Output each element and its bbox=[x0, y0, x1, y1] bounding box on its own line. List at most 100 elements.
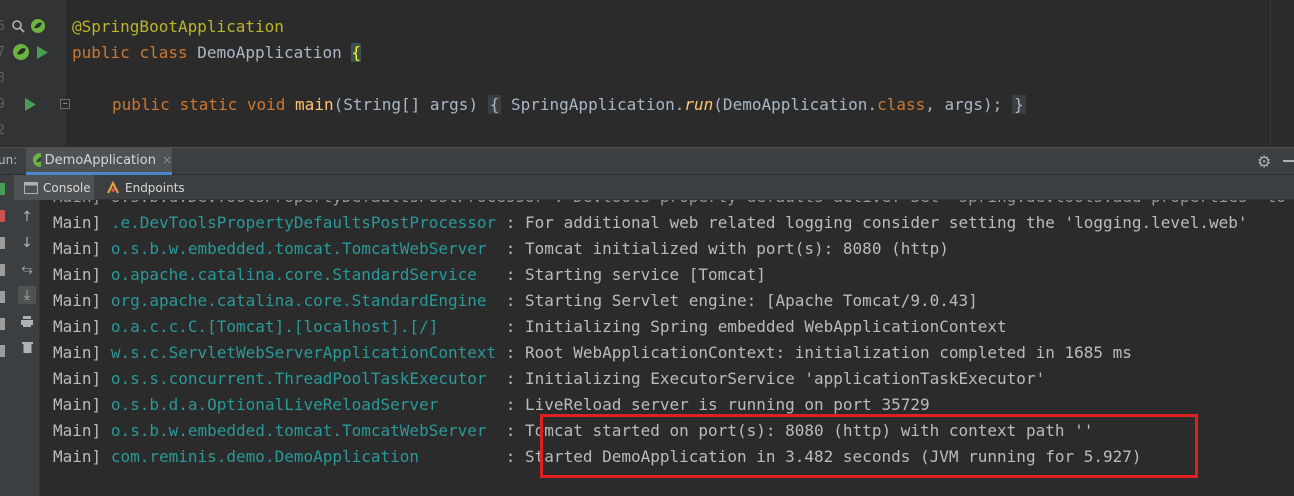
log-logger[interactable]: com.reminis.demo.DemoApplication bbox=[111, 447, 496, 466]
keyword: public bbox=[72, 43, 130, 62]
console-icon bbox=[24, 181, 38, 194]
annotation-text: @SpringBootApplication bbox=[72, 17, 284, 36]
log-line: Main] org.apache.catalina.core.StandardE… bbox=[53, 288, 978, 314]
pause-icon[interactable] bbox=[0, 264, 5, 276]
log-line: Main] o.s.b.w.embedded.tomcat.TomcatWebS… bbox=[53, 236, 949, 262]
log-message: : LiveReload server is running on port 3… bbox=[505, 395, 930, 414]
class-name: DemoApplication bbox=[197, 43, 342, 62]
log-line: Main] o.a.c.c.C.[Tomcat].[localhost].[/]… bbox=[53, 314, 1007, 340]
log-line: Main] o.apache.catalina.core.StandardSer… bbox=[53, 262, 766, 288]
log-thread: Main] bbox=[53, 421, 102, 440]
settings-icon[interactable] bbox=[0, 318, 5, 330]
soft-wrap-icon[interactable]: ⥃ bbox=[18, 260, 36, 278]
log-message: : Starting service [Tomcat] bbox=[505, 265, 766, 284]
spring-boot-icon bbox=[33, 153, 41, 167]
log-logger[interactable]: o.s.b.w.embedded.tomcat.TomcatWebServer bbox=[111, 239, 496, 258]
log-message: : For additional web related logging con… bbox=[505, 213, 1248, 232]
log-message: : Tomcat initialized with port(s): 8080 … bbox=[505, 239, 949, 258]
line-number: 2 bbox=[0, 123, 5, 138]
gutter-line-3: 8 bbox=[0, 66, 66, 92]
keyword: public bbox=[112, 95, 170, 114]
run-label: un: bbox=[0, 153, 18, 167]
log-logger[interactable]: w.s.c.ServletWebServerApplicationContext bbox=[111, 343, 496, 362]
log-logger[interactable]: .e.DevToolsPropertyDefaultsPostProcessor bbox=[111, 213, 496, 232]
log-logger[interactable]: o.apache.catalina.core.StandardService bbox=[111, 265, 496, 284]
folded-open-brace[interactable]: { bbox=[487, 95, 502, 114]
log-message: : Root WebApplicationContext: initializa… bbox=[505, 343, 1132, 362]
tab-console[interactable]: Console bbox=[14, 175, 94, 200]
log-thread: Main] bbox=[53, 239, 102, 258]
gutter-line-1: 6 bbox=[0, 14, 66, 40]
gear-icon[interactable]: ⚙ bbox=[1257, 152, 1271, 171]
print-icon[interactable] bbox=[18, 312, 36, 330]
restore-layout-icon[interactable] bbox=[0, 237, 5, 249]
log-line: Main] w.s.c.ServletWebServerApplicationC… bbox=[53, 340, 1132, 366]
line-number: 9 bbox=[0, 97, 5, 112]
search-bean-icon[interactable] bbox=[11, 19, 25, 33]
code-line-main: public static void main(String[] args) {… bbox=[112, 92, 1026, 118]
code-line-class: public class DemoApplication { bbox=[72, 40, 362, 66]
tab-demo-application[interactable]: DemoApplication × bbox=[26, 148, 172, 175]
run-icon[interactable] bbox=[36, 46, 48, 59]
gutter-line-5: 2 bbox=[0, 118, 66, 144]
log-message: : Starting Servlet engine: [Apache Tomca… bbox=[505, 291, 978, 310]
scroll-to-end-icon[interactable]: ⤓ bbox=[18, 286, 36, 304]
call-class: SpringApplication. bbox=[511, 95, 685, 114]
close-icon[interactable]: × bbox=[162, 153, 172, 167]
tab-label: Console bbox=[43, 180, 91, 195]
log-thread: Main] bbox=[53, 317, 102, 336]
call-args-end: , args); bbox=[925, 95, 1003, 114]
spring-leaf-icon[interactable] bbox=[30, 18, 46, 34]
log-thread: Main] bbox=[53, 291, 102, 310]
log-thread: Main] bbox=[53, 447, 102, 466]
fold-toggle-icon[interactable] bbox=[60, 99, 70, 109]
dump-threads-icon[interactable] bbox=[0, 291, 5, 303]
code-line-annotation: @SpringBootApplication bbox=[72, 14, 284, 40]
log-thread: Main] bbox=[53, 265, 102, 284]
keyword: void bbox=[246, 95, 286, 114]
tab-label: Endpoints bbox=[125, 180, 185, 195]
log-logger[interactable]: o.s.b.d.a.OptionalLiveReloadServer bbox=[111, 395, 496, 414]
trash-icon[interactable] bbox=[18, 338, 36, 356]
call-method: run bbox=[684, 95, 714, 114]
down-arrow-icon[interactable]: ↓ bbox=[18, 234, 36, 252]
method-name: main bbox=[295, 95, 334, 114]
console-toolbar: ↑ ↓ ⥃ ⤓ bbox=[14, 200, 40, 496]
log-logger[interactable]: o.s.s.concurrent.ThreadPoolTaskExecutor bbox=[111, 369, 496, 388]
run-subtabs: Console Endpoints bbox=[14, 175, 1294, 200]
right-margin-guide bbox=[1270, 0, 1271, 146]
endpoints-icon bbox=[107, 180, 119, 193]
log-logger[interactable]: o.a.c.c.C.[Tomcat].[localhost].[/] bbox=[111, 317, 496, 336]
log-thread: Main] bbox=[53, 369, 102, 388]
keyword: class bbox=[139, 43, 188, 62]
gutter-line-2: 7 bbox=[0, 40, 66, 66]
rerun-icon[interactable] bbox=[0, 183, 5, 195]
editor-gutter: 6 7 8 9 2 bbox=[0, 0, 66, 146]
log-line-partial: Main] o.s.b.d.DevToolsPropertyDefaultsPo… bbox=[53, 200, 1286, 210]
tab-label: DemoApplication bbox=[44, 152, 156, 168]
log-message: : Initializing Spring embedded WebApplic… bbox=[505, 317, 1007, 336]
log-logger[interactable]: org.apache.catalina.core.StandardEngine bbox=[111, 291, 496, 310]
minimize-icon[interactable] bbox=[1283, 160, 1294, 162]
log-logger[interactable]: o.s.b.w.embedded.tomcat.TomcatWebServer bbox=[111, 421, 496, 440]
log-line: Main] .e.DevToolsPropertyDefaultsPostPro… bbox=[53, 210, 1248, 236]
call-args: (DemoApplication. bbox=[713, 95, 878, 114]
stop-icon[interactable] bbox=[0, 210, 5, 222]
folded-close-brace[interactable]: } bbox=[1011, 95, 1026, 114]
line-number: 6 bbox=[0, 19, 5, 34]
log-line: Main] o.s.s.concurrent.ThreadPoolTaskExe… bbox=[53, 366, 1045, 392]
tab-endpoints[interactable]: Endpoints bbox=[98, 175, 194, 200]
highlight-annotation-box bbox=[540, 414, 1198, 478]
exit-icon[interactable] bbox=[0, 345, 5, 357]
params: (String[] args) bbox=[333, 95, 479, 114]
keyword: static bbox=[179, 95, 238, 114]
gutter-line-4: 9 bbox=[0, 92, 66, 118]
line-number: 8 bbox=[0, 71, 5, 86]
up-arrow-icon[interactable]: ↑ bbox=[18, 208, 36, 226]
log-thread: Main] bbox=[53, 343, 102, 362]
spring-bean-icon[interactable] bbox=[12, 43, 30, 61]
log-thread: Main] bbox=[53, 213, 102, 232]
line-number: 7 bbox=[0, 45, 5, 60]
run-icon[interactable] bbox=[24, 98, 36, 111]
code-editor[interactable]: 6 7 8 9 2 @SpringBootApplication public … bbox=[0, 0, 1294, 146]
